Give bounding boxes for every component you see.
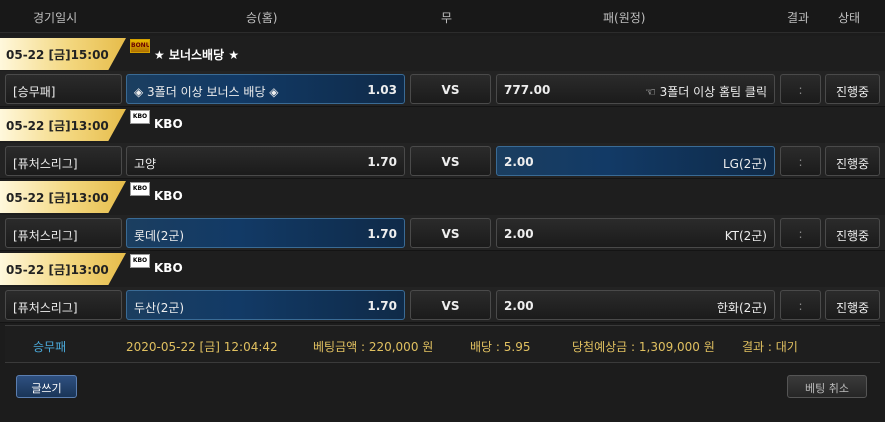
league-name: KBO: [154, 117, 183, 131]
summary-bet-amount: 베팅금액 : 220,000 원: [313, 340, 434, 354]
bet-type-button[interactable]: [퓨처스리그]: [5, 290, 122, 320]
game-row: [승무패] ◈ 3폴더 이상 보너스 배당 ◈ 1.03 VS 777.00 ☜…: [0, 71, 885, 107]
draw-button[interactable]: VS: [410, 218, 491, 248]
away-odds: 777.00: [504, 83, 551, 97]
match-date: 05-22 [금]13:00: [0, 181, 126, 213]
away-bet-button[interactable]: 777.00 ☜ 3폴더 이상 홈팀 클릭: [496, 74, 775, 104]
league-name: ★ 보너스배당 ★: [154, 48, 240, 62]
bet-type-button[interactable]: [퓨처스리그]: [5, 146, 122, 176]
home-odds: 1.70: [367, 155, 397, 169]
home-team: 두산(2군): [134, 301, 185, 315]
header-draw: 무: [441, 11, 453, 25]
result-cell: :: [780, 290, 821, 320]
game-row: [퓨처스리그] 고양 1.70 VS 2.00 LG(2군) : 진행중: [0, 143, 885, 179]
match-date: 05-22 [금]15:00: [0, 38, 126, 70]
bonus-icon: BONUS: [130, 39, 150, 53]
home-bet-button[interactable]: 두산(2군) 1.70: [126, 290, 405, 320]
result-cell: :: [780, 146, 821, 176]
away-bet-button[interactable]: 2.00 한화(2군): [496, 290, 775, 320]
league-row: 05-22 [금]13:00 KBO KBO: [0, 107, 885, 143]
home-team: 고양: [134, 157, 157, 171]
summary-odds: 배당 : 5.95: [470, 340, 531, 354]
league-name: KBO: [154, 189, 183, 203]
table-header: 경기일시 승(홈) 무 패(원정) 결과 상태: [0, 0, 885, 33]
header-home: 승(홈): [246, 11, 278, 25]
result-cell: :: [780, 74, 821, 104]
status-button[interactable]: 진행중: [825, 146, 880, 176]
game-row: [퓨처스리그] 롯데(2군) 1.70 VS 2.00 KT(2군) : 진행중: [0, 215, 885, 251]
draw-button[interactable]: VS: [410, 74, 491, 104]
league-row: 05-22 [금]13:00 KBO KBO: [0, 251, 885, 287]
summary-result: 결과 : 대기: [742, 340, 798, 354]
kbo-icon: KBO: [130, 254, 150, 268]
match-date: 05-22 [금]13:00: [0, 109, 126, 141]
bet-summary: 승무패 2020-05-22 [금] 12:04:42 베팅금액 : 220,0…: [5, 325, 880, 363]
league-row: 05-22 [금]15:00 BONUS ★ 보너스배당 ★: [0, 36, 885, 72]
header-status: 상태: [838, 11, 861, 25]
header-result: 결과: [787, 11, 810, 25]
home-odds: 1.03: [367, 83, 397, 97]
bet-type-button[interactable]: [퓨처스리그]: [5, 218, 122, 248]
status-button[interactable]: 진행중: [825, 290, 880, 320]
draw-button[interactable]: VS: [410, 146, 491, 176]
away-odds: 2.00: [504, 155, 534, 169]
home-team: ◈ 3폴더 이상 보너스 배당 ◈: [134, 85, 279, 99]
kbo-icon: KBO: [130, 110, 150, 124]
bet-type-button[interactable]: [승무패]: [5, 74, 122, 104]
result-cell: :: [780, 218, 821, 248]
away-odds: 2.00: [504, 299, 534, 313]
status-button[interactable]: 진행중: [825, 218, 880, 248]
kbo-icon: KBO: [130, 182, 150, 196]
header-away: 패(원정): [603, 11, 646, 25]
summary-expected-win: 당첨예상금 : 1,309,000 원: [572, 340, 715, 354]
league-row: 05-22 [금]13:00 KBO KBO: [0, 179, 885, 215]
cancel-bet-button[interactable]: 베팅 취소: [787, 375, 867, 398]
home-team: 롯데(2군): [134, 229, 185, 243]
home-odds: 1.70: [367, 299, 397, 313]
draw-button[interactable]: VS: [410, 290, 491, 320]
away-bet-button[interactable]: 2.00 LG(2군): [496, 146, 775, 176]
away-odds: 2.00: [504, 227, 534, 241]
write-button[interactable]: 글쓰기: [16, 375, 77, 398]
home-bet-button[interactable]: ◈ 3폴더 이상 보너스 배당 ◈ 1.03: [126, 74, 405, 104]
status-button[interactable]: 진행중: [825, 74, 880, 104]
home-odds: 1.70: [367, 227, 397, 241]
league-name: KBO: [154, 261, 183, 275]
game-row: [퓨처스리그] 두산(2군) 1.70 VS 2.00 한화(2군) : 진행중: [0, 287, 885, 323]
away-team: 한화(2군): [716, 301, 767, 315]
header-datetime: 경기일시: [33, 11, 78, 25]
away-team: LG(2군): [722, 157, 767, 171]
away-bet-button[interactable]: 2.00 KT(2군): [496, 218, 775, 248]
match-date: 05-22 [금]13:00: [0, 253, 126, 285]
summary-type: 승무패: [33, 340, 67, 354]
summary-datetime: 2020-05-22 [금] 12:04:42: [126, 340, 278, 354]
home-bet-button[interactable]: 롯데(2군) 1.70: [126, 218, 405, 248]
away-team: ☜ 3폴더 이상 홈팀 클릭: [645, 85, 767, 99]
home-bet-button[interactable]: 고양 1.70: [126, 146, 405, 176]
away-team: KT(2군): [724, 229, 767, 243]
